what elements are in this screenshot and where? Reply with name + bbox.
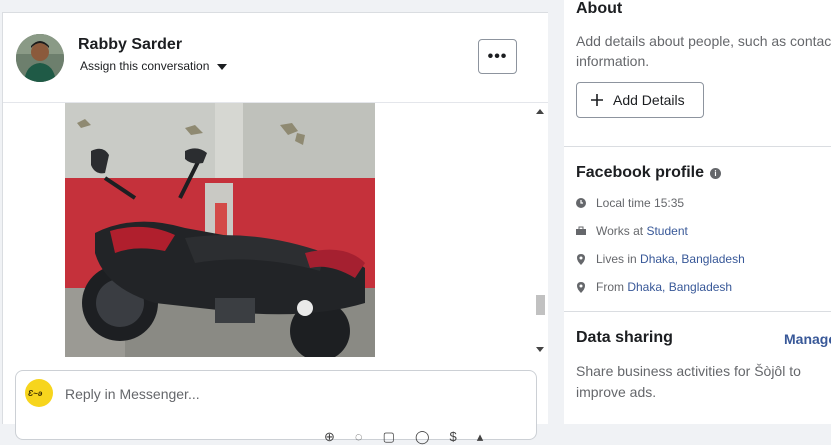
lives-link[interactable]: Dhaka, Bangladesh xyxy=(640,252,745,266)
avatar[interactable] xyxy=(16,34,64,82)
page-avatar-icon: Ɛ~ə xyxy=(25,379,53,407)
about-description: Add details about people, such as contac… xyxy=(576,31,831,71)
location-pin-icon xyxy=(576,253,586,265)
add-details-label: Add Details xyxy=(613,92,685,108)
clock-icon xyxy=(576,198,586,208)
local-time: Local time 15:35 xyxy=(596,196,685,210)
divider xyxy=(564,146,831,147)
about-heading: About xyxy=(576,0,623,17)
motorcycle-photo[interactable] xyxy=(65,103,375,357)
from-row: From Dhaka, Bangladesh xyxy=(576,280,732,294)
scroll-up-icon[interactable] xyxy=(536,109,544,114)
assign-label: Assign this conversation xyxy=(80,59,210,73)
facebook-profile-title: Facebook profile xyxy=(576,164,705,181)
emoji-icon[interactable]: ◯ xyxy=(415,429,430,445)
divider xyxy=(564,311,831,312)
conversation-panel: Rabby Sarder Assign this conversation ••… xyxy=(2,12,548,444)
more-options-button[interactable]: ••• xyxy=(478,39,517,74)
scroll-down-icon[interactable] xyxy=(536,347,544,352)
lives-prefix: Lives in xyxy=(596,252,641,266)
lives-row: Lives in Dhaka, Bangladesh xyxy=(576,252,745,266)
scroll-thumb[interactable] xyxy=(536,295,545,315)
works-link[interactable]: Student xyxy=(646,224,687,238)
from-link[interactable]: Dhaka, Bangladesh xyxy=(627,280,732,294)
composer-toolbar: ⊕ ◌ ▢ ◯ $ ▴ xyxy=(324,429,483,445)
manage-link[interactable]: Manage xyxy=(784,331,831,347)
reply-composer[interactable]: Ɛ~ə Reply in Messenger... ⊕ ◌ ▢ ◯ $ ▴ xyxy=(15,370,537,444)
attach-icon[interactable]: ◌ xyxy=(355,429,363,445)
svg-text:Ɛ~ə: Ɛ~ə xyxy=(28,389,43,398)
data-sharing-line: improve ads. xyxy=(576,384,657,400)
lives-text: Lives in Dhaka, Bangladesh xyxy=(596,252,745,266)
works-row: Works at Student xyxy=(576,224,688,238)
about-description-line: Add details about people, such as contac… xyxy=(576,33,831,49)
works-prefix: Works at xyxy=(596,224,647,238)
plus-icon xyxy=(591,94,603,106)
info-icon[interactable]: i xyxy=(710,167,722,179)
assign-conversation-dropdown[interactable]: Assign this conversation xyxy=(80,59,228,73)
photo-icon[interactable]: ▢ xyxy=(383,429,395,445)
facebook-profile-heading: Facebook profile i xyxy=(576,164,722,182)
local-time-row: Local time 15:35 xyxy=(576,196,684,210)
message-thread xyxy=(3,103,534,357)
about-description-line: information. xyxy=(576,53,650,69)
data-sharing-line: Share business activities for Šòjôl to xyxy=(576,363,801,379)
briefcase-icon xyxy=(576,226,586,236)
like-icon[interactable]: ▴ xyxy=(477,429,484,445)
details-panel: About Add details about people, such as … xyxy=(564,0,831,424)
reply-input[interactable]: Reply in Messenger... xyxy=(65,386,200,402)
payment-icon[interactable]: $ xyxy=(450,429,457,445)
contact-name[interactable]: Rabby Sarder xyxy=(78,36,182,54)
message-scrollbar[interactable] xyxy=(533,103,547,357)
from-text: From Dhaka, Bangladesh xyxy=(596,280,732,294)
add-details-button[interactable]: Add Details xyxy=(576,82,704,118)
data-sharing-description: Share business activities for Šòjôl to i… xyxy=(576,361,801,403)
add-person-icon[interactable]: ⊕ xyxy=(324,429,335,445)
works-text: Works at Student xyxy=(596,224,688,238)
from-prefix: From xyxy=(596,280,628,294)
data-sharing-heading: Data sharing xyxy=(576,329,673,346)
conversation-header: Rabby Sarder Assign this conversation ••… xyxy=(3,13,548,103)
location-pin-icon xyxy=(576,281,586,293)
chevron-down-icon xyxy=(217,63,228,70)
